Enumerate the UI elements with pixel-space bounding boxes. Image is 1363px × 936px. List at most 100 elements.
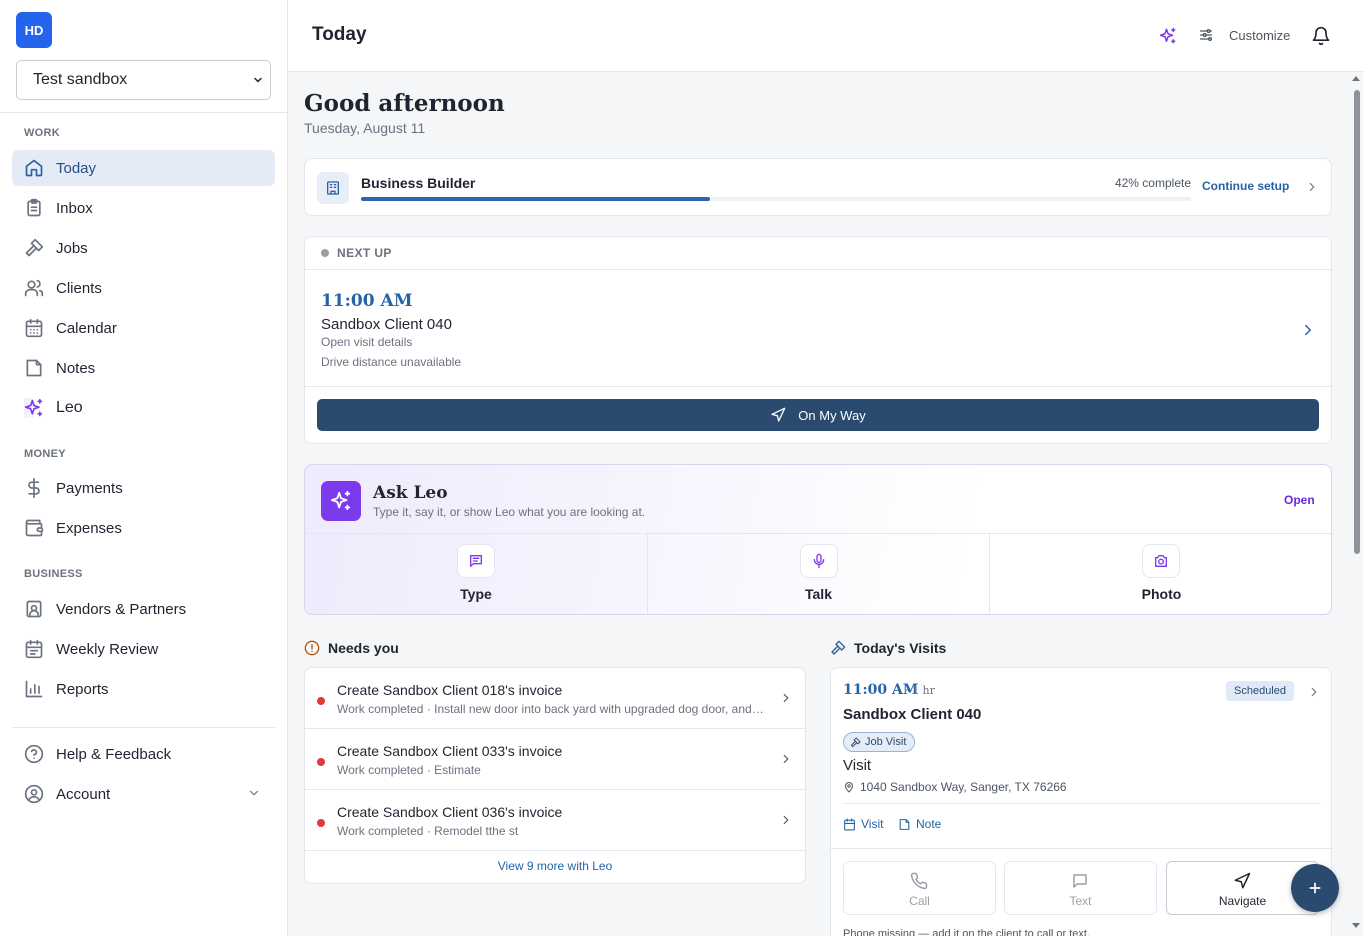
sidebar-item-label: Calendar: [56, 319, 117, 337]
sparkles-icon: [321, 481, 361, 521]
list-item-title: Create Sandbox Client 018's invoice: [337, 682, 563, 698]
visit-client[interactable]: Sandbox Client 040: [843, 706, 981, 723]
sliders-icon[interactable]: [1198, 27, 1214, 43]
visit-duration: · 1 hr: [905, 684, 935, 697]
section-label-work: WORK: [24, 127, 61, 139]
alert-dot: [317, 819, 325, 827]
sidebar-item-inbox[interactable]: Inbox: [12, 190, 275, 226]
view-more-link[interactable]: View 9 more with Leo: [305, 859, 805, 873]
users-icon: [24, 279, 44, 297]
sidebar-item-today[interactable]: Today: [12, 150, 275, 186]
note-icon: [899, 818, 910, 830]
sidebar-item-jobs[interactable]: Jobs: [12, 230, 275, 266]
main-content: Good afternoon Tuesday, August 11 Busine…: [288, 72, 1363, 936]
business-builder-title: Business Builder: [361, 175, 476, 191]
customize-button[interactable]: Customize: [1229, 28, 1290, 43]
wallet-icon: [25, 519, 44, 537]
sidebar: HD Test sandbox WORK Today Inbox Jobs Cl…: [0, 0, 288, 936]
add-button[interactable]: [1291, 864, 1339, 912]
note-link[interactable]: Note: [898, 817, 941, 831]
navigation-icon: [1234, 872, 1251, 889]
sidebar-item-calendar[interactable]: Calendar: [12, 310, 275, 346]
needs-you-card: Create Sandbox Client 018's invoice Work…: [304, 667, 806, 884]
chevron-right-icon: [1309, 182, 1315, 192]
leo-option-photo[interactable]: Photo: [989, 534, 1331, 614]
continue-setup-link[interactable]: Continue setup: [1202, 179, 1289, 193]
sidebar-item-reports[interactable]: Reports: [12, 671, 275, 707]
ask-leo-subtitle: Type it, say it, or show Leo what you ar…: [373, 505, 646, 519]
next-up-details: Open visit details: [321, 335, 413, 349]
bell-icon[interactable]: [1311, 26, 1331, 46]
sidebar-item-account[interactable]: Account: [12, 776, 275, 812]
sidebar-item-weekly-review[interactable]: Weekly Review: [12, 631, 275, 667]
next-up-card: NEXT UP 11:00 AM Sandbox Client 040 Open…: [304, 236, 1332, 444]
navigation-icon: [771, 407, 786, 422]
contact-card-icon: [26, 600, 42, 618]
hammer-icon: [831, 640, 846, 655]
sidebar-item-clients[interactable]: Clients: [12, 270, 275, 306]
alert-circle-icon: [304, 640, 320, 656]
progress-fill: [361, 197, 710, 201]
sidebar-item-label: Clients: [56, 279, 102, 297]
sidebar-item-label: Notes: [56, 359, 96, 377]
user-circle-icon: [24, 784, 44, 804]
sidebar-item-expenses[interactable]: Expenses: [12, 510, 275, 546]
sidebar-item-label: Jobs: [56, 239, 88, 257]
sidebar-item-notes[interactable]: Notes: [12, 350, 275, 386]
chevron-right-icon: [783, 815, 789, 825]
next-up-label: NEXT UP: [337, 246, 392, 260]
text-button[interactable]: Text: [1004, 861, 1157, 915]
divider: [12, 727, 275, 728]
hammer-icon: [25, 238, 44, 257]
text-label: Text: [1069, 894, 1092, 908]
scroll-up-arrow[interactable]: [1352, 76, 1360, 81]
address-text: 1040 Sandbox Way, Sanger, TX 76266: [860, 780, 1067, 794]
call-label: Call: [909, 894, 930, 908]
chevron-right-icon[interactable]: [1307, 685, 1321, 699]
divider: [831, 848, 1331, 849]
sidebar-item-leo[interactable]: Leo: [12, 390, 275, 426]
leo-option-talk[interactable]: Talk: [647, 534, 989, 614]
list-item[interactable]: Create Sandbox Client 018's invoice Work…: [305, 668, 805, 729]
business-builder-card[interactable]: Business Builder 42% complete Continue s…: [304, 158, 1332, 216]
alert-dot: [317, 697, 325, 705]
status-dot: [321, 249, 329, 257]
greeting-title: Good afternoon: [304, 90, 505, 117]
list-item[interactable]: Create Sandbox Client 036's invoice Work…: [305, 790, 805, 851]
workspace-select[interactable]: Test sandbox: [16, 60, 271, 100]
microphone-icon: [800, 544, 838, 578]
top-bar: Today Customize: [288, 0, 1363, 72]
scroll-down-arrow[interactable]: [1352, 923, 1360, 928]
camera-icon: [1142, 544, 1180, 578]
divider: [843, 803, 1321, 804]
next-up-distance: Drive distance unavailable: [321, 355, 462, 369]
leo-option-label: Talk: [805, 586, 832, 602]
note-link-label: Note: [916, 817, 942, 831]
needs-you-heading: Needs you: [304, 640, 399, 656]
visit-address[interactable]: 1040 Sandbox Way, Sanger, TX 76266: [843, 780, 1067, 794]
scrollbar[interactable]: [1349, 72, 1363, 936]
sidebar-item-help[interactable]: Help & Feedback: [12, 736, 275, 772]
list-item[interactable]: Create Sandbox Client 033's invoice Work…: [305, 729, 805, 790]
sidebar-item-label: Today: [56, 159, 97, 177]
clipboard-icon: [27, 198, 41, 217]
next-up-client[interactable]: Sandbox Client 040: [321, 316, 452, 333]
on-my-way-button[interactable]: On My Way: [317, 399, 1319, 431]
chevron-right-icon[interactable]: [1299, 321, 1317, 339]
sidebar-item-label: Inbox: [56, 199, 93, 217]
leo-option-type[interactable]: Type: [305, 534, 647, 614]
sparkles-icon[interactable]: [1159, 27, 1177, 45]
list-item-title: Create Sandbox Client 036's invoice: [337, 804, 563, 820]
plus-icon: [1309, 882, 1321, 894]
workspace-avatar[interactable]: HD: [16, 12, 52, 48]
leo-option-label: Type: [460, 586, 492, 602]
sidebar-item-label: Weekly Review: [56, 640, 159, 658]
chevron-down-icon[interactable]: [247, 786, 261, 800]
sidebar-item-vendors[interactable]: Vendors & Partners: [12, 591, 275, 627]
sidebar-item-label: Payments: [56, 479, 123, 497]
sidebar-item-payments[interactable]: Payments: [12, 470, 275, 506]
ask-leo-open-link[interactable]: Open: [1284, 493, 1315, 507]
scroll-thumb[interactable]: [1354, 90, 1360, 554]
call-button[interactable]: Call: [843, 861, 996, 915]
visit-link[interactable]: Visit: [843, 817, 883, 831]
